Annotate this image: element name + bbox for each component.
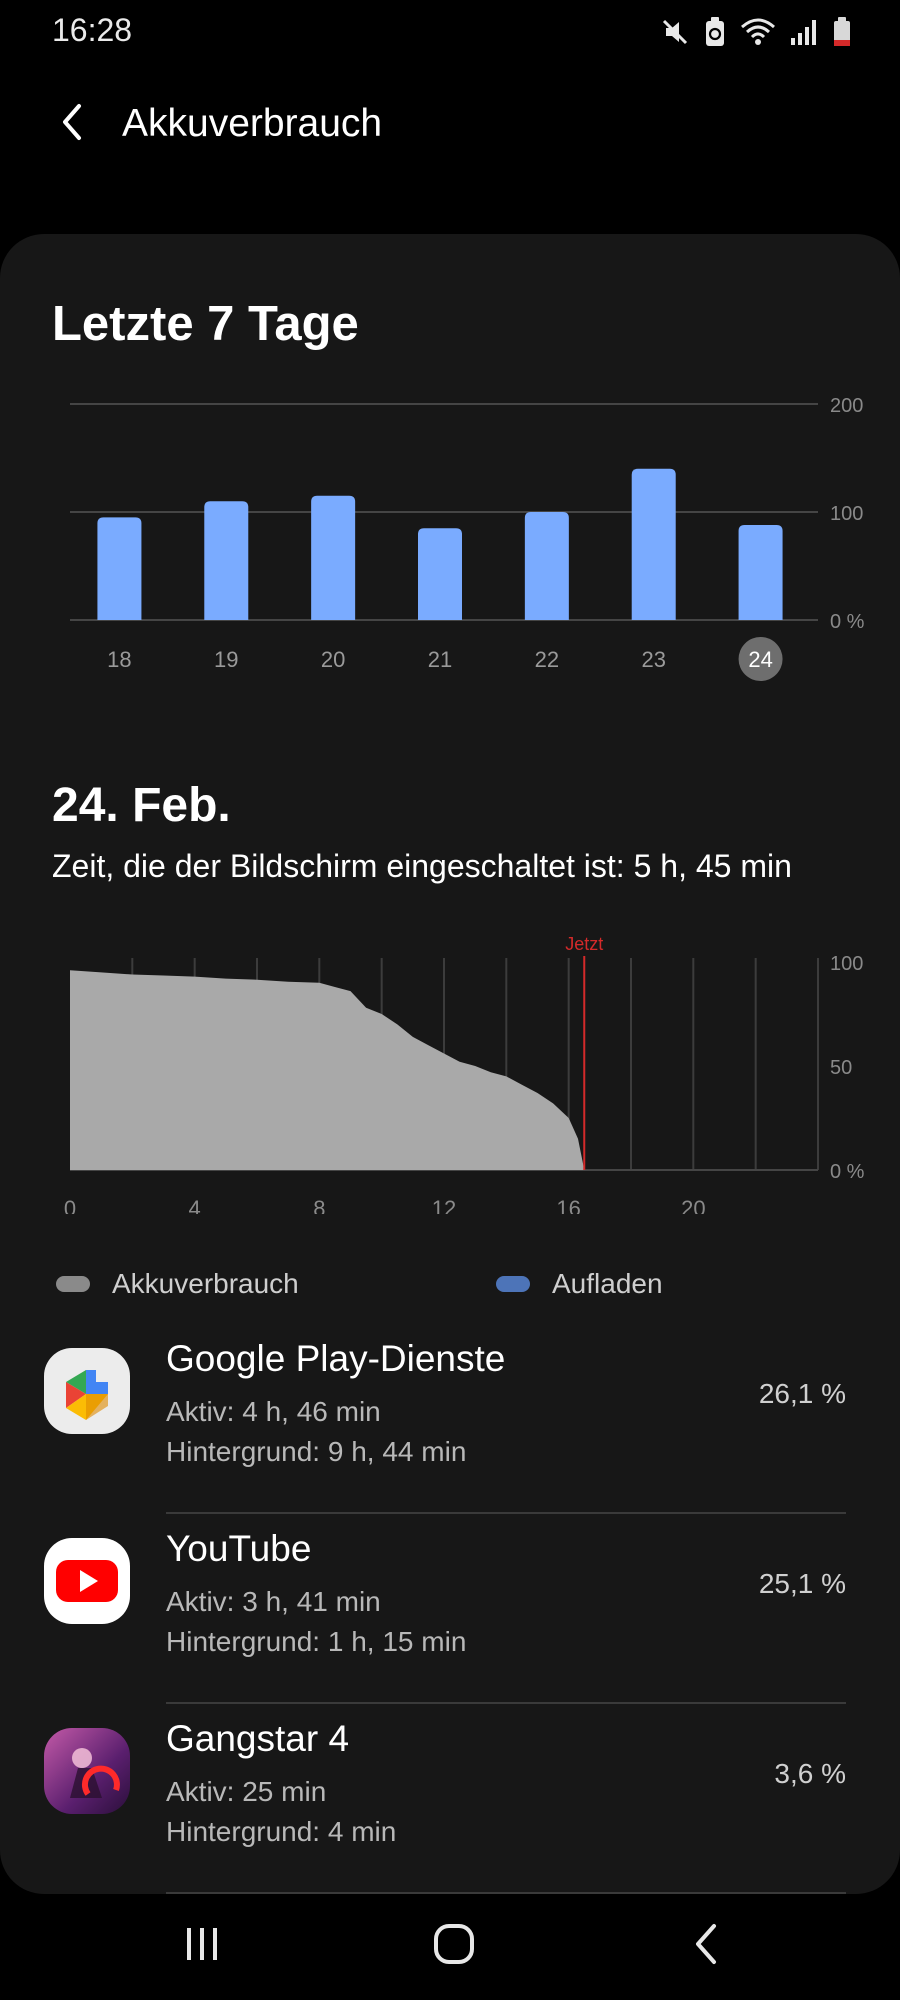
battery-saver-icon <box>704 16 726 48</box>
app-background-time: Hintergrund: 1 h, 15 min <box>166 1626 467 1657</box>
weekly-title: Letzte 7 Tage <box>52 297 359 351</box>
recents-icon <box>182 1924 222 1969</box>
bar-day-23 <box>631 468 676 620</box>
x-tick-label: 20 <box>681 1196 705 1214</box>
bar-day-19 <box>204 501 249 620</box>
app-name: Gangstar 4 <box>166 1718 350 1759</box>
home-button[interactable] <box>414 1914 494 1978</box>
app-background-time: Hintergrund: 4 min <box>166 1816 397 1847</box>
x-tick-label: 20 <box>321 647 345 672</box>
x-tick-label: 21 <box>428 647 452 672</box>
app-row-gangstar-4[interactable]: Gangstar 4 Aktiv: 25 min Hintergrund: 4 … <box>0 1704 900 1894</box>
recents-button[interactable] <box>162 1914 242 1978</box>
app-usage-percent: 3,6 % <box>774 1758 846 1789</box>
app-header: Akkuverbrauch <box>0 88 900 162</box>
legend-drain-label: Akkuverbrauch <box>112 1268 299 1299</box>
now-label: Jetzt <box>565 934 603 954</box>
x-tick-label: 0 <box>64 1196 76 1214</box>
app-usage-percent: 26,1 % <box>758 1378 846 1409</box>
signal-icon <box>790 18 818 46</box>
back-icon <box>688 1922 724 1971</box>
daily-usage-chart[interactable]: Jetzt 0 4 8 12 16 20 0 % 50 100 <box>0 934 900 1214</box>
status-bar: 16:28 <box>0 0 900 64</box>
gangstar-icon <box>44 1728 130 1814</box>
bar-day-24 <box>738 524 783 620</box>
legend-charge-swatch <box>496 1276 530 1292</box>
app-usage-percent: 25,1 % <box>758 1568 846 1599</box>
x-tick-label: 12 <box>432 1196 456 1214</box>
app-active-time: Aktiv: 4 h, 46 min <box>166 1396 381 1427</box>
page-title: Akkuverbrauch <box>122 102 383 145</box>
back-button[interactable] <box>44 96 100 152</box>
y-tick-label: 50 <box>830 1057 852 1079</box>
y-tick-label: 0 % <box>830 611 865 633</box>
x-tick-label: 19 <box>214 647 238 672</box>
x-tick-label: 23 <box>641 647 665 672</box>
back-arrow-icon <box>57 102 87 147</box>
legend-charge-label: Aufladen <box>552 1268 663 1299</box>
y-tick-label: 100 <box>830 503 863 525</box>
nav-back-button[interactable] <box>666 1914 746 1978</box>
x-tick-label: 4 <box>189 1196 201 1214</box>
app-row-youtube[interactable]: YouTube Aktiv: 3 h, 41 min Hintergrund: … <box>0 1514 900 1704</box>
x-tick-label: 8 <box>313 1196 325 1214</box>
app-name: Google Play-Dienste <box>166 1338 506 1379</box>
app-active-time: Aktiv: 25 min <box>166 1776 327 1807</box>
battery-usage-card: Letzte 7 Tage 18 19 20 21 22 23 24 0 % 100 200 2… <box>0 234 900 1894</box>
y-tick-label: 100 <box>830 953 863 975</box>
app-active-time: Aktiv: 3 h, 41 min <box>166 1586 381 1617</box>
bar-day-21 <box>418 528 462 620</box>
day-title: 24. Feb. <box>52 779 231 832</box>
bar-day-22 <box>524 512 569 620</box>
legend-drain: Akkuverbrauch <box>56 1268 299 1300</box>
app-name: YouTube <box>166 1528 312 1569</box>
chart-legend: Akkuverbrauch Aufladen <box>56 1268 856 1318</box>
screen-on-time: Zeit, die der Bildschirm eingeschaltet i… <box>52 848 792 884</box>
status-icons <box>660 14 852 50</box>
app-row-google-play-services[interactable]: Google Play-Dienste Aktiv: 4 h, 46 min H… <box>0 1324 900 1514</box>
x-tick-label: 18 <box>107 647 131 672</box>
bar-day-18 <box>97 517 142 620</box>
bar-day-20 <box>311 495 356 620</box>
app-background-time: Hintergrund: 9 h, 44 min <box>166 1436 467 1467</box>
battery-low-icon <box>832 16 852 48</box>
status-time: 16:28 <box>52 12 133 48</box>
weekly-bar-chart[interactable]: 18 19 20 21 22 23 24 0 % 100 200 <box>0 384 900 744</box>
y-tick-label: 0 % <box>830 1161 865 1183</box>
navigation-bar <box>0 1894 900 2000</box>
google-play-services-icon <box>44 1348 130 1434</box>
legend-charge: Aufladen <box>496 1268 663 1300</box>
x-tick-label: 24 <box>748 647 772 672</box>
home-icon <box>432 1922 476 1971</box>
x-tick-label: 16 <box>556 1196 580 1214</box>
youtube-icon <box>44 1538 130 1624</box>
wifi-icon <box>740 17 776 47</box>
app-usage-list: Google Play-Dienste Aktiv: 4 h, 46 min H… <box>0 1324 900 1894</box>
x-tick-label: 22 <box>535 647 559 672</box>
mute-icon <box>660 17 690 47</box>
legend-drain-swatch <box>56 1276 90 1292</box>
y-tick-label: 200 <box>830 395 863 417</box>
